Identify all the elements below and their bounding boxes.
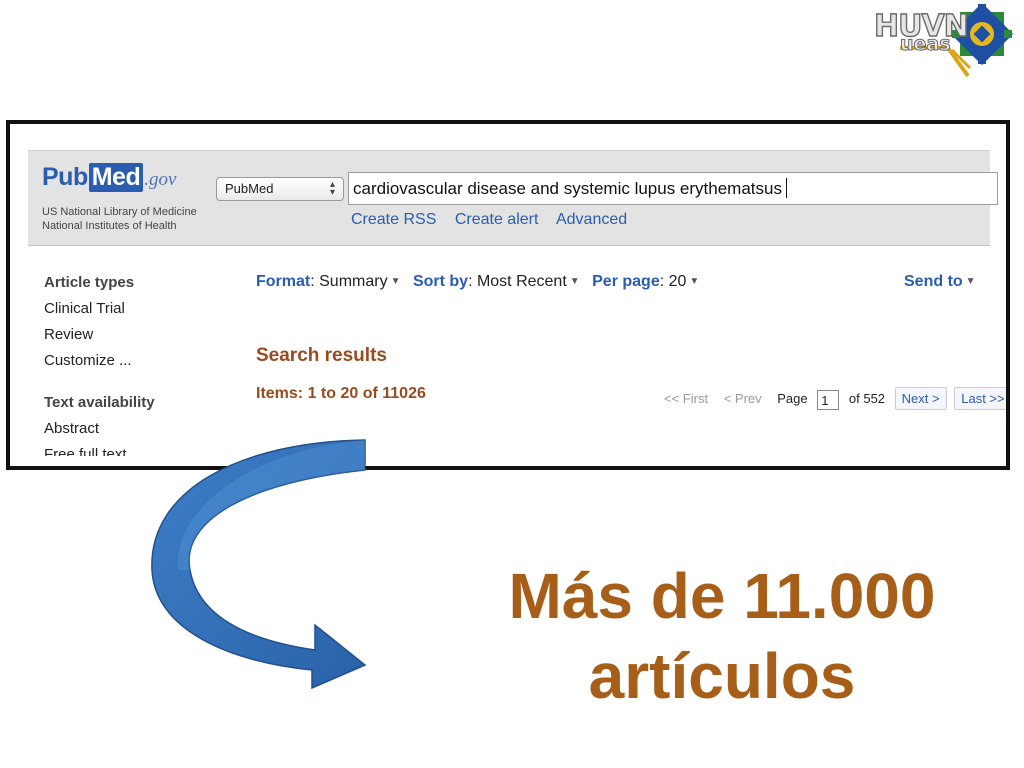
pubmed-screenshot-frame: Pub Med .gov US National Library of Medici…: [6, 120, 1010, 470]
last-page-button[interactable]: Last >>: [954, 387, 1006, 410]
caret-down-icon: ▼: [390, 276, 401, 287]
logo-subtext: ueas: [900, 33, 952, 55]
search-results-title: Search results: [256, 345, 387, 366]
per-page-dropdown[interactable]: Per page: 20 ▼: [592, 273, 699, 290]
format-value: Summary: [319, 273, 388, 290]
filter-clinical-trial[interactable]: Clinical Trial: [44, 296, 155, 322]
search-input[interactable]: cardiovascular disease and systemic lupu…: [348, 172, 998, 205]
pubmed-logo[interactable]: Pub Med .gov: [42, 163, 176, 192]
create-alert-link[interactable]: Create alert: [455, 211, 539, 228]
sort-dropdown[interactable]: Sort by: Most Recent ▼: [413, 273, 580, 290]
per-page-label: Per page: [592, 273, 660, 290]
items-count: Items: 1 to 20 of 11026: [256, 385, 426, 402]
nih-line: National Institutes of Health: [42, 220, 177, 232]
advanced-link[interactable]: Advanced: [556, 211, 627, 228]
search-links: Create RSS Create alert Advanced: [351, 211, 641, 229]
caret-down-icon: ▼: [965, 276, 976, 287]
next-page-button[interactable]: Next >: [894, 387, 947, 410]
first-page-link[interactable]: << First: [664, 391, 708, 406]
page-label: Page: [777, 391, 808, 406]
filters-sidebar: Article types Clinical Trial Review Cust…: [44, 270, 155, 456]
search-query-text: cardiovascular disease and systemic lupu…: [353, 179, 782, 198]
page-total: of 552: [848, 391, 886, 406]
prev-page-link[interactable]: < Prev: [724, 391, 762, 406]
text-availability-heading: Text availability: [44, 394, 155, 411]
page-number-input[interactable]: 1: [817, 389, 840, 410]
sort-value: Most Recent: [476, 273, 567, 290]
format-label: Format: [256, 273, 311, 290]
pubmed-header: Pub Med .gov US National Library of Medici…: [28, 150, 998, 246]
pubmed-logo-pub: Pub: [42, 163, 88, 191]
format-dropdown[interactable]: Format: Summary ▼: [256, 273, 400, 290]
caption: Más de 11.000 artículos: [452, 556, 992, 716]
huvn-logo: HUVN ueas: [870, 4, 1018, 84]
create-rss-link[interactable]: Create RSS: [351, 211, 436, 228]
pubmed-logo-med: Med: [88, 163, 144, 192]
filter-customize[interactable]: Customize ...: [44, 348, 155, 374]
caption-line-2: artículos: [588, 640, 856, 712]
pagination: << First < Prev Page 1 of 552 Next > Las…: [664, 387, 1006, 413]
filter-abstract[interactable]: Abstract: [44, 416, 155, 442]
pubmed-logo-gov: .gov: [144, 169, 177, 190]
text-caret: [785, 178, 787, 198]
caret-down-icon: ▼: [569, 276, 580, 287]
caret-down-icon: ▼: [689, 276, 700, 287]
send-to-label: Send to: [904, 273, 963, 290]
sort-label: Sort by: [412, 273, 469, 290]
nlm-line: US National Library of Medicine: [42, 206, 197, 218]
filter-free-full-text[interactable]: Free full text: [44, 442, 155, 456]
per-page-value: 20: [668, 273, 687, 290]
database-select[interactable]: PubMed ▴ ▾: [216, 177, 344, 201]
curved-arrow-icon: [151, 439, 367, 690]
send-to-dropdown[interactable]: Send to ▼: [904, 273, 976, 291]
article-types-heading: Article types: [44, 274, 135, 291]
select-arrows-icon: ▴ ▾: [329, 179, 335, 198]
database-select-value: PubMed: [225, 181, 274, 196]
results-toolbar: Format: Summary ▼ Sort by: Most Recent ▼ P…: [256, 273, 707, 291]
caption-line-1: Más de 11.000: [508, 560, 936, 632]
nlm-org-text: US National Library of Medicine National…: [42, 205, 197, 233]
filter-review[interactable]: Review: [44, 322, 155, 348]
